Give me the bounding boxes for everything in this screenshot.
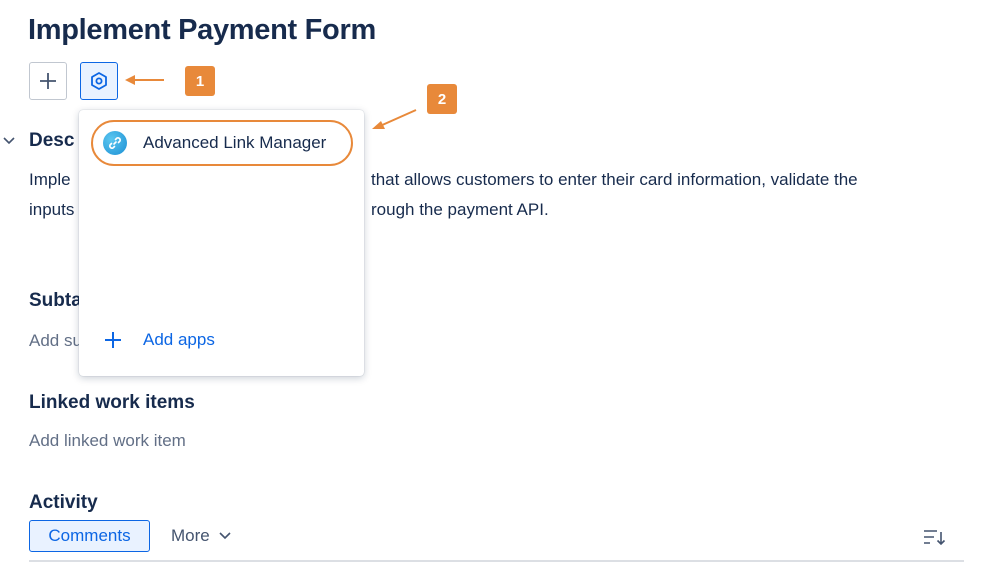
- tab-comments[interactable]: Comments: [29, 520, 150, 552]
- description-line-1-start: Imple: [29, 170, 71, 189]
- description-line-2-end: rough the payment API.: [371, 200, 549, 219]
- activity-divider: [29, 560, 964, 562]
- description-line-2-start: inputs: [29, 200, 75, 219]
- annotation-arrow-2: [372, 109, 417, 129]
- apps-dropdown: Advanced Link Manager Add apps: [79, 110, 364, 376]
- hexagon-apps-icon: [91, 72, 107, 90]
- add-linked-item-link[interactable]: Add linked work item: [29, 431, 186, 451]
- app-item-advanced-link-manager[interactable]: Advanced Link Manager: [91, 120, 353, 166]
- linked-items-heading: Linked work items: [29, 392, 195, 413]
- annotation-arrow-1: [125, 75, 164, 85]
- description-heading: Desc: [29, 130, 75, 151]
- plus-icon: [40, 73, 56, 89]
- sort-icon[interactable]: [922, 528, 946, 548]
- apps-button[interactable]: [80, 62, 118, 100]
- subtasks-heading: Subta: [29, 290, 82, 311]
- plus-icon: [105, 332, 121, 348]
- add-button[interactable]: [29, 62, 67, 100]
- link-icon: [103, 131, 127, 155]
- tab-more-label: More: [171, 526, 210, 545]
- collapse-chevron-icon[interactable]: [3, 136, 15, 146]
- chevron-down-icon: [219, 532, 231, 540]
- add-apps-label: Add apps: [143, 330, 215, 349]
- page-title: Implement Payment Form: [28, 14, 376, 46]
- annotation-badge-1: 1: [185, 66, 215, 96]
- description-line-1-end: that allows customers to enter their car…: [371, 170, 858, 189]
- tab-more[interactable]: More: [171, 520, 231, 552]
- add-subtask-link[interactable]: Add su: [29, 331, 82, 351]
- annotation-badge-2: 2: [427, 84, 457, 114]
- add-apps-button[interactable]: Add apps: [103, 330, 215, 350]
- app-item-label: Advanced Link Manager: [143, 133, 327, 152]
- activity-heading: Activity: [29, 492, 98, 513]
